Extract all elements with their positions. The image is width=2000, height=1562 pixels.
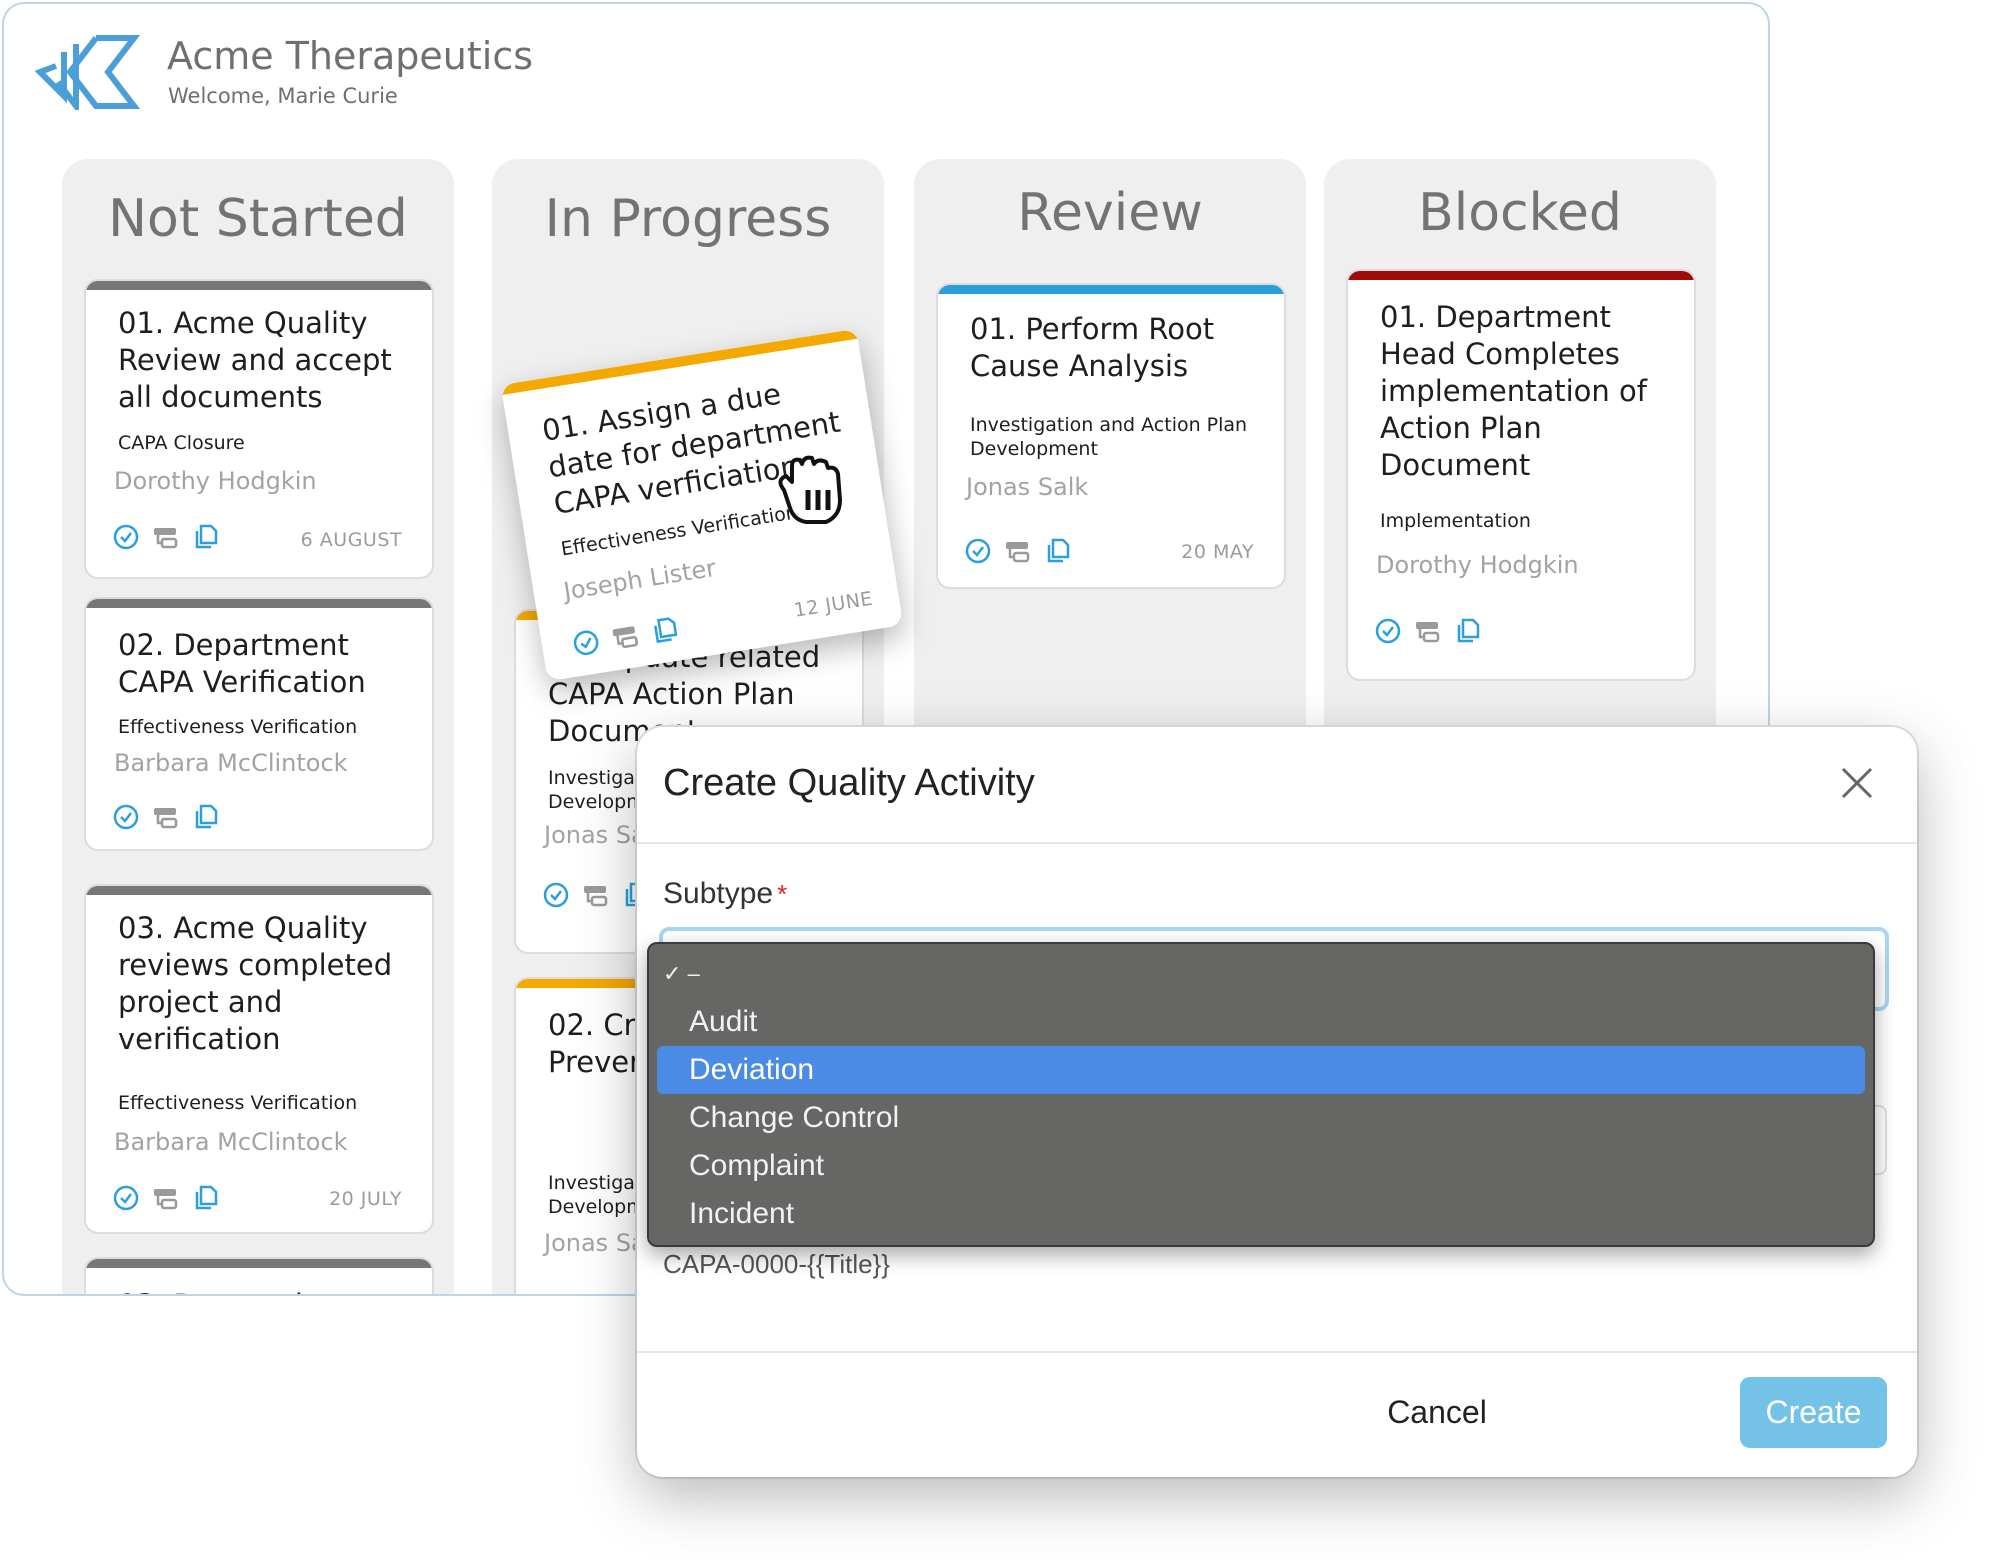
dropdown-option-deviation[interactable]: Deviation xyxy=(657,1046,1865,1094)
card-assignee: Dorothy Hodgkin xyxy=(1376,551,1579,579)
cancel-button[interactable]: Cancel xyxy=(1357,1377,1517,1448)
check-circle-icon[interactable] xyxy=(112,523,140,551)
copy-icon[interactable] xyxy=(1044,537,1072,565)
card-assignee: Barbara McClintock xyxy=(114,749,348,777)
card-type: Investigation and Action Plan Developmen… xyxy=(970,414,1248,460)
column-title: Blocked xyxy=(1418,183,1622,243)
card-title: 01. Perform Root Cause Analysis xyxy=(970,312,1215,383)
hierarchy-icon[interactable] xyxy=(152,523,180,551)
hierarchy-icon[interactable] xyxy=(582,881,610,909)
card-type: CAPA Closure xyxy=(118,432,245,454)
task-card[interactable]: 03. Root and ... xyxy=(84,1257,434,1294)
create-quality-activity-modal: Create Quality Activity Subtype * CAPA-00… xyxy=(637,727,1917,1477)
check-circle-icon[interactable] xyxy=(542,881,570,909)
card-title: 01. Department Head Completes implementa… xyxy=(1380,300,1647,482)
copy-icon[interactable] xyxy=(1454,617,1482,645)
copy-icon[interactable] xyxy=(649,614,681,646)
copy-icon[interactable] xyxy=(192,1184,220,1212)
copy-icon[interactable] xyxy=(192,803,220,831)
card-assignee: Joseph Lister xyxy=(561,553,718,606)
card-title: 03. Acme Quality reviews completed proje… xyxy=(118,911,393,1056)
required-marker: * xyxy=(777,879,788,909)
card-assignee: Barbara McClintock xyxy=(114,1128,348,1156)
hierarchy-icon[interactable] xyxy=(152,803,180,831)
task-card[interactable]: 02. Department CAPA Verification Effecti… xyxy=(84,597,434,851)
check-circle-icon[interactable] xyxy=(112,803,140,831)
subtype-dropdown: ✓ – Audit Deviation Change Control Compl… xyxy=(647,942,1875,1247)
option-label: – xyxy=(687,961,700,986)
card-actions xyxy=(112,803,220,831)
create-button[interactable]: Create xyxy=(1740,1377,1887,1448)
check-circle-icon[interactable] xyxy=(1374,617,1402,645)
card-due-date: 20 MAY xyxy=(1181,541,1254,563)
check-circle-icon[interactable] xyxy=(570,627,602,659)
status-bar xyxy=(86,886,432,895)
status-bar xyxy=(86,281,432,290)
dropdown-option-empty[interactable]: ✓ – xyxy=(649,950,1873,998)
dropdown-option-audit[interactable]: Audit xyxy=(649,998,1873,1046)
card-assignee: Jonas Salk xyxy=(966,473,1089,501)
header-divider xyxy=(637,842,1917,844)
check-circle-icon[interactable] xyxy=(112,1184,140,1212)
column-not-started: Not Started 01. Acme Quality Review and … xyxy=(62,159,454,1294)
card-title: 03. Root and ... xyxy=(118,1287,414,1294)
column-title: In Progress xyxy=(544,189,832,249)
status-bar xyxy=(86,1259,432,1268)
hierarchy-icon[interactable] xyxy=(152,1184,180,1212)
status-bar xyxy=(86,599,432,608)
task-card[interactable]: 01. Acme Quality Review and accept all d… xyxy=(84,279,434,579)
card-type: Effectiveness Verification xyxy=(118,1092,358,1114)
card-due-date: 6 AUGUST xyxy=(300,529,402,551)
card-title: 01. Acme Quality Review and accept all d… xyxy=(118,306,392,414)
card-type: Implementation xyxy=(1380,510,1531,532)
card-actions xyxy=(570,614,681,659)
card-actions xyxy=(542,881,650,909)
dropdown-option-change-control[interactable]: Change Control xyxy=(649,1094,1873,1142)
grab-cursor-icon xyxy=(778,455,842,524)
subtype-label-text: Subtype xyxy=(663,877,774,910)
card-due-date: 12 JUNE xyxy=(792,587,875,622)
subtype-label: Subtype * xyxy=(663,877,787,911)
card-actions xyxy=(964,537,1072,565)
card-actions xyxy=(112,1184,220,1212)
card-due-date: 20 JULY xyxy=(329,1188,402,1210)
footer-divider xyxy=(637,1351,1917,1353)
card-actions xyxy=(112,523,220,551)
app-title: Acme Therapeutics xyxy=(167,34,534,78)
card-title: 02. Department CAPA Verification xyxy=(118,628,366,699)
hierarchy-icon[interactable] xyxy=(1414,617,1442,645)
acme-logo xyxy=(34,35,140,110)
close-icon[interactable] xyxy=(1837,763,1877,803)
name-preview: CAPA-0000-{{Title}} xyxy=(663,1249,890,1279)
task-card[interactable]: 01. Department Head Completes implementa… xyxy=(1346,269,1696,681)
hierarchy-icon[interactable] xyxy=(1004,537,1032,565)
card-assignee: Dorothy Hodgkin xyxy=(114,467,317,495)
task-card[interactable]: 03. Acme Quality reviews completed proje… xyxy=(84,884,434,1234)
copy-icon[interactable] xyxy=(192,523,220,551)
hierarchy-icon[interactable] xyxy=(610,621,642,653)
column-title: Review xyxy=(1017,183,1203,243)
card-actions xyxy=(1374,617,1482,645)
dropdown-option-incident[interactable]: Incident xyxy=(649,1190,1873,1238)
task-card[interactable]: 01. Perform Root Cause Analysis Investig… xyxy=(936,283,1286,589)
check-circle-icon[interactable] xyxy=(964,537,992,565)
dropdown-option-complaint[interactable]: Complaint xyxy=(649,1142,1873,1190)
welcome-text: Welcome, Marie Curie xyxy=(168,84,398,108)
column-title: Not Started xyxy=(108,189,408,249)
modal-title: Create Quality Activity xyxy=(663,762,1035,804)
check-icon: ✓ xyxy=(663,961,682,986)
card-type: Effectiveness Verification xyxy=(118,716,358,738)
status-bar xyxy=(1348,271,1694,280)
status-bar xyxy=(938,285,1284,294)
